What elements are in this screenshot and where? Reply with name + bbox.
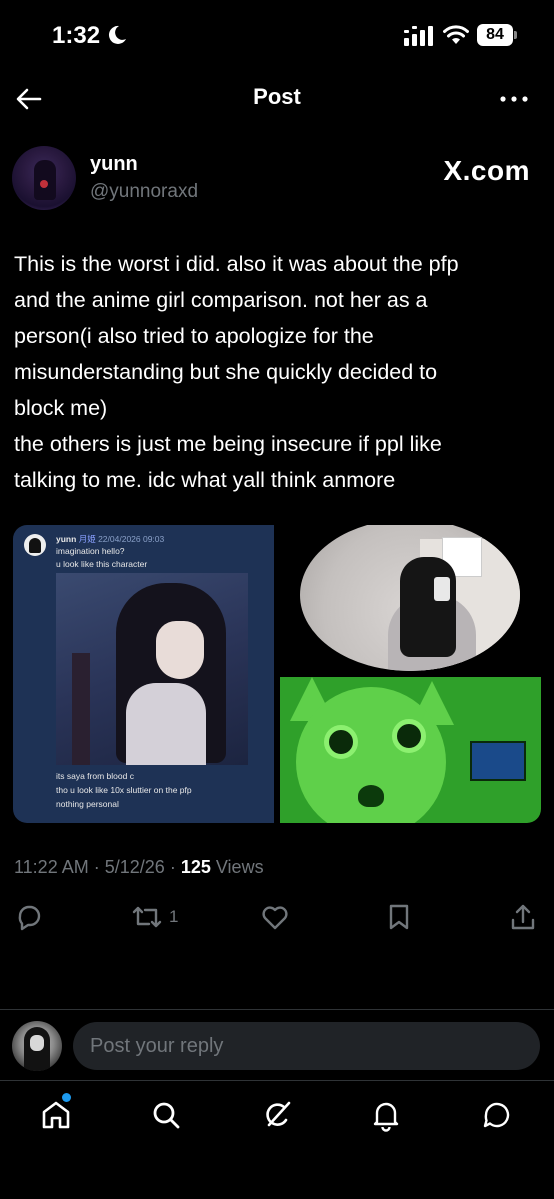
post-actions: 1 — [0, 900, 554, 934]
screenshot-line: its saya from blood c — [56, 771, 134, 781]
post-text-line: block me) — [14, 396, 108, 420]
cat-eye — [392, 719, 426, 753]
post-header: Post — [0, 70, 554, 128]
battery-indicator: 84 — [477, 24, 517, 46]
avatar-accent — [40, 180, 48, 188]
tab-home[interactable] — [38, 1097, 74, 1133]
cellular-signal-icon — [404, 26, 433, 46]
media-cat-photo[interactable] — [280, 677, 541, 823]
status-bar: 1:32 84 — [0, 0, 554, 70]
tab-notifications[interactable] — [368, 1097, 404, 1133]
author-handle[interactable]: @yunnoraxd — [90, 181, 198, 203]
divider — [0, 1009, 554, 1010]
page-title: Post — [253, 84, 301, 109]
more-options-icon[interactable] — [496, 86, 532, 112]
notifications-icon — [373, 1102, 399, 1132]
screenshot-name: yunn — [56, 534, 77, 544]
views-count: 125 — [180, 857, 211, 877]
screenshot-badge: 月姫 — [78, 534, 96, 544]
messages-icon — [483, 1102, 510, 1128]
author-avatar[interactable] — [12, 146, 76, 210]
tab-search[interactable] — [148, 1097, 184, 1133]
screenshot-date: 22/04/2026 09:03 — [98, 534, 165, 544]
screenshot-header: yunn 月姫 22/04/2026 09:03 — [56, 533, 164, 545]
post-text-line: talking to me. idc what yall think anmor… — [14, 468, 396, 492]
wifi-icon — [443, 25, 469, 44]
like-button[interactable] — [260, 900, 290, 934]
cat-nose — [358, 785, 384, 807]
divider — [0, 1080, 554, 1081]
heart-icon — [262, 906, 288, 930]
post-text-line: the others is just me being insecure if … — [14, 432, 442, 456]
post-text-line: and the anime girl comparison. not her a… — [14, 288, 428, 312]
home-icon — [42, 1101, 70, 1129]
screenshot-line: imagination hello? — [56, 546, 125, 556]
bookmark-icon — [389, 904, 409, 930]
screenshot-avatar — [24, 534, 46, 556]
post-text-line: misunderstanding but she quickly decided… — [14, 360, 438, 384]
share-icon — [511, 904, 535, 930]
post-date: 5/12/26 — [104, 857, 165, 877]
mirror-photo — [300, 525, 520, 671]
post-meta: 11:22 AM · 5/12/26 · 125 Views — [14, 857, 264, 877]
cat-eye — [324, 725, 358, 759]
reply-input[interactable] — [73, 1022, 540, 1070]
share-button[interactable] — [509, 900, 537, 934]
source-watermark: X.com — [443, 155, 530, 186]
car-dashboard-screen — [470, 741, 526, 781]
author-name[interactable]: yunn — [90, 153, 138, 176]
battery-tip — [514, 31, 517, 39]
post-text: This is the worst i did. also it was abo… — [14, 246, 534, 498]
bookmark-button[interactable] — [386, 900, 412, 934]
media-screenshot[interactable]: yunn 月姫 22/04/2026 09:03 imagination hel… — [13, 525, 274, 823]
repost-icon — [132, 906, 162, 928]
anime-character-image — [56, 573, 248, 765]
post-text-line: person(i also tried to apologize for the — [14, 324, 374, 348]
reply-button[interactable] — [14, 900, 44, 934]
battery-level: 84 — [477, 24, 513, 46]
post-time: 11:22 AM — [14, 857, 89, 877]
post-media-grid: yunn 月姫 22/04/2026 09:03 imagination hel… — [13, 525, 541, 823]
grok-icon — [266, 1101, 291, 1127]
reply-icon — [18, 905, 41, 931]
views-label: Views — [215, 857, 264, 877]
repost-button[interactable]: 1 — [131, 900, 178, 934]
search-icon — [153, 1102, 180, 1129]
user-avatar[interactable] — [12, 1021, 62, 1071]
screenshot-line: nothing personal — [56, 799, 119, 809]
moon-icon — [108, 25, 126, 44]
media-mirror-selfie[interactable] — [278, 525, 541, 675]
repost-count: 1 — [169, 907, 179, 926]
screenshot-line: u look like this character — [56, 559, 148, 569]
home-unread-dot — [62, 1093, 71, 1102]
tab-grok[interactable] — [259, 1097, 295, 1133]
screenshot-line: tho u look like 10x sluttier on the pfp — [56, 785, 192, 795]
status-time: 1:32 — [52, 22, 101, 49]
post-text-line: This is the worst i did. also it was abo… — [14, 252, 459, 276]
tab-messages[interactable] — [479, 1097, 515, 1133]
